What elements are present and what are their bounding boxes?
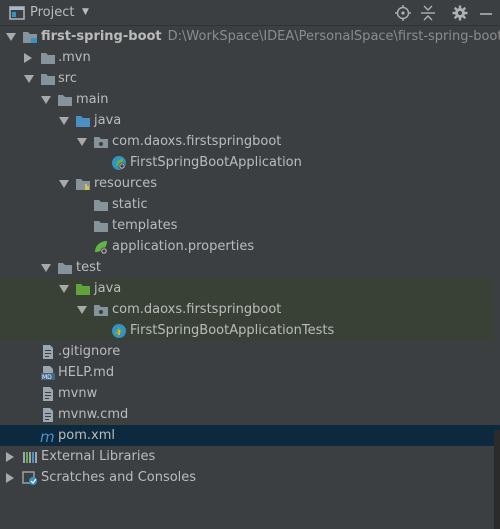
folder-icon: [93, 218, 109, 234]
test-source-folder-icon: [75, 281, 91, 297]
tree-item-main-class[interactable]: FirstSpringBootApplication: [0, 152, 494, 173]
project-tree: first-spring-boot D:\WorkSpace\IDEA\Perso…: [0, 26, 500, 529]
mvnw-label: mvnw: [58, 386, 98, 401]
spring-boot-class-icon: [111, 155, 127, 171]
test-class-label: FirstSpringBootApplicationTests: [130, 323, 335, 338]
test-class-icon: [111, 323, 127, 339]
text-file-icon: [40, 407, 56, 423]
chevron-down-icon[interactable]: ▼: [82, 5, 89, 19]
svg-text:m: m: [40, 428, 55, 444]
chevron-down-icon[interactable]: [59, 285, 69, 293]
src-label: src: [58, 71, 77, 86]
settings-gear-icon[interactable]: [451, 4, 469, 22]
root-path: D:\WorkSpace\IDEA\PersonalSpace\first-sp…: [167, 29, 500, 44]
tree-item-src[interactable]: src: [0, 68, 494, 89]
chevron-down-icon[interactable]: [77, 138, 87, 146]
tree-item-gitignore[interactable]: .gitignore: [0, 341, 494, 362]
folder-icon: [57, 260, 73, 276]
hide-icon[interactable]: [477, 4, 495, 22]
svg-text:MD: MD: [42, 374, 52, 381]
tool-window-title[interactable]: Project: [30, 5, 74, 20]
pom-xml-label: pom.xml: [58, 428, 115, 443]
chevron-down-icon[interactable]: [6, 33, 16, 41]
tree-item-test-java[interactable]: java: [0, 278, 494, 299]
chevron-down-icon[interactable]: [41, 264, 51, 272]
package-icon: [93, 302, 109, 318]
scratches-icon: [22, 470, 38, 486]
project-view-icon: [9, 5, 25, 25]
folder-icon: [40, 71, 56, 87]
folder-icon: [93, 197, 109, 213]
scratches-label: Scratches and Consoles: [41, 470, 197, 485]
locate-icon[interactable]: [394, 4, 412, 22]
main-label: main: [76, 92, 109, 107]
tree-item-external-libraries[interactable]: External Libraries: [0, 446, 494, 467]
maven-icon: m: [40, 428, 56, 446]
templates-label: templates: [112, 218, 178, 233]
tree-item-test-package[interactable]: com.daoxs.firstspringboot: [0, 299, 494, 320]
tree-item-main-package[interactable]: com.daoxs.firstspringboot: [0, 131, 494, 152]
folder-icon: [40, 50, 56, 66]
source-folder-icon: [75, 113, 91, 129]
library-icon: [22, 449, 38, 465]
application-properties-label: application.properties: [112, 239, 255, 254]
test-label: test: [76, 260, 101, 275]
tree-item-test[interactable]: test: [0, 257, 494, 278]
tree-item-application-properties[interactable]: application.properties: [0, 236, 494, 257]
tree-item-scratches[interactable]: Scratches and Consoles: [0, 467, 494, 488]
tree-item-resources[interactable]: resources: [0, 173, 494, 194]
module-folder-icon: [22, 29, 38, 45]
chevron-down-icon[interactable]: [59, 180, 69, 188]
text-file-icon: [40, 386, 56, 402]
tree-item-mvn[interactable]: .mvn: [0, 47, 494, 68]
chevron-down-icon[interactable]: [41, 96, 51, 104]
main-java-label: java: [94, 113, 122, 128]
tree-item-mvnw-cmd[interactable]: mvnw.cmd: [0, 404, 494, 425]
chevron-right-icon[interactable]: [6, 452, 14, 462]
tree-item-main-java[interactable]: java: [0, 110, 494, 131]
chevron-right-icon[interactable]: [6, 473, 14, 483]
root-label: first-spring-boot: [41, 29, 162, 44]
tree-item-root[interactable]: first-spring-boot D:\WorkSpace\IDEA\Perso…: [0, 26, 500, 47]
mvnw-cmd-label: mvnw.cmd: [58, 407, 129, 422]
chevron-down-icon[interactable]: [24, 75, 34, 83]
project-tool-window-header: Project ▼: [0, 0, 500, 26]
tree-item-help-md[interactable]: MD HELP.md: [0, 362, 494, 383]
tree-item-main[interactable]: main: [0, 89, 494, 110]
main-class-label: FirstSpringBootApplication: [130, 155, 302, 170]
resources-label: resources: [94, 176, 158, 191]
resources-folder-icon: [75, 176, 91, 192]
chevron-down-icon[interactable]: [77, 306, 87, 314]
vertical-scrollbar[interactable]: [494, 430, 500, 529]
external-libraries-label: External Libraries: [41, 449, 156, 464]
folder-icon: [57, 92, 73, 108]
gitignore-label: .gitignore: [58, 344, 121, 359]
main-package-label: com.daoxs.firstspringboot: [112, 134, 282, 149]
tree-item-pom-xml[interactable]: m pom.xml: [0, 425, 500, 446]
markdown-file-icon: MD: [40, 365, 56, 381]
test-java-label: java: [94, 281, 122, 296]
spring-properties-icon: [93, 239, 109, 255]
tree-item-mvnw[interactable]: mvnw: [0, 383, 494, 404]
tree-item-static[interactable]: static: [0, 194, 494, 215]
collapse-all-icon[interactable]: [419, 4, 437, 22]
test-package-label: com.daoxs.firstspringboot: [112, 302, 282, 317]
text-file-icon: [40, 344, 56, 360]
package-icon: [93, 134, 109, 150]
tree-item-templates[interactable]: templates: [0, 215, 494, 236]
tree-item-test-class[interactable]: FirstSpringBootApplicationTests: [0, 320, 494, 341]
static-label: static: [112, 197, 148, 212]
chevron-down-icon[interactable]: [59, 117, 69, 125]
chevron-right-icon[interactable]: [24, 53, 32, 63]
mvn-label: mvn: [62, 50, 91, 65]
help-md-label: HELP.md: [58, 365, 115, 380]
